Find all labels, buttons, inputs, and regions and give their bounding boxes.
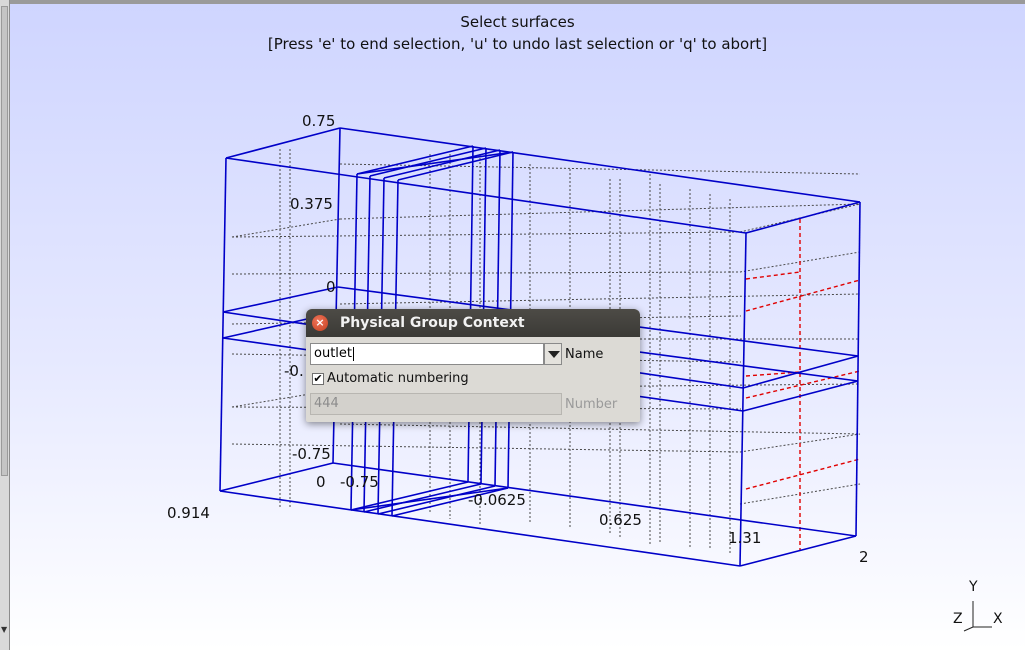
number-field: 444 bbox=[310, 393, 562, 415]
axis-label-y-zero: 0 bbox=[326, 278, 336, 296]
scrollbar-thumb[interactable] bbox=[1, 6, 8, 476]
axis-label-y-mid-lower: -0. bbox=[284, 362, 304, 380]
selection-prompt-instructions: [Press 'e' to end selection, 'u' to undo… bbox=[267, 35, 768, 53]
axis-label-y-bottom: -0.75 bbox=[292, 445, 331, 463]
text-caret bbox=[353, 346, 354, 361]
axis-label-y-mid-upper: 0.375 bbox=[290, 195, 333, 213]
automatic-numbering-label: Automatic numbering bbox=[327, 371, 469, 386]
triad-label-y: Y bbox=[969, 579, 978, 595]
physical-group-dialog[interactable]: × Physical Group Context outlet Name ✔ A… bbox=[306, 309, 640, 422]
axis-label-x-b: 0.625 bbox=[599, 511, 642, 529]
axis-label-x-end: 2 bbox=[859, 548, 869, 566]
axis-label-x-corner: 0.914 bbox=[167, 504, 210, 522]
close-icon[interactable]: × bbox=[312, 315, 328, 331]
axis-label-y-top: 0.75 bbox=[302, 112, 336, 130]
name-field-value: outlet bbox=[314, 346, 352, 361]
selection-prompt-title: Select surfaces bbox=[460, 13, 575, 31]
scroll-down-arrow-icon[interactable]: ▼ bbox=[1, 625, 7, 634]
triad-label-x: X bbox=[993, 611, 1003, 627]
number-label: Number bbox=[565, 397, 618, 412]
left-scrollbar[interactable]: ▼ bbox=[0, 0, 10, 650]
automatic-numbering-checkbox[interactable]: ✔ bbox=[312, 373, 324, 385]
axis-label-z-start: 0 bbox=[316, 473, 326, 491]
name-dropdown-button[interactable] bbox=[544, 343, 562, 365]
axis-label-z-end: -0.75 bbox=[340, 473, 379, 491]
name-field[interactable]: outlet bbox=[310, 343, 544, 365]
axis-label-x-a: -0.0625 bbox=[468, 491, 526, 509]
dialog-title: Physical Group Context bbox=[340, 315, 525, 331]
chevron-down-icon bbox=[548, 351, 560, 358]
dialog-titlebar[interactable]: × Physical Group Context bbox=[306, 309, 640, 337]
name-label: Name bbox=[565, 347, 604, 362]
triad-label-z: Z bbox=[953, 611, 963, 627]
axis-label-x-c: 1.31 bbox=[728, 529, 762, 547]
